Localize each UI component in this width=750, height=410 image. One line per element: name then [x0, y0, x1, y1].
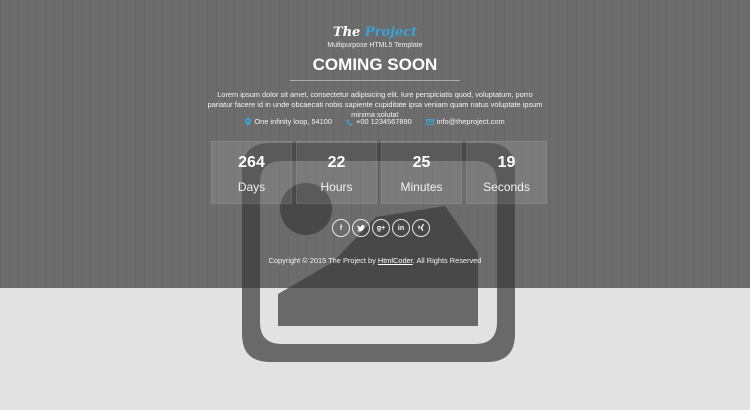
address-text: One infinity loop, 54100: [254, 117, 333, 126]
logo[interactable]: The Project: [0, 25, 750, 41]
social-links: f g+ in: [332, 219, 430, 237]
contact-phone[interactable]: +00 1234567890: [346, 117, 412, 127]
countdown-hours: 22 Hours: [296, 141, 377, 204]
contact-info: One infinity loop, 54100 +00 1234567890 …: [0, 117, 750, 127]
logo-part-the: The: [332, 25, 361, 40]
twitter-icon: [357, 224, 365, 231]
copyright-prefix: Copyright © 2015 The Project by: [268, 256, 378, 265]
phone-icon: [346, 118, 353, 126]
xing-button[interactable]: [412, 219, 430, 237]
map-marker-icon: [245, 118, 252, 126]
linkedin-button[interactable]: in: [392, 219, 410, 237]
countdown: 264 Days 22 Hours 25 Minutes 19 Seconds: [211, 141, 547, 204]
twitter-button[interactable]: [352, 219, 370, 237]
page-title: COMING SOON: [312, 55, 438, 74]
facebook-icon: f: [339, 224, 343, 232]
countdown-value: 22: [327, 154, 346, 171]
facebook-button[interactable]: f: [332, 219, 350, 237]
tagline: Multipurpose HTML5 Template: [327, 42, 423, 49]
divider: [290, 80, 460, 81]
googleplus-button[interactable]: g+: [372, 219, 390, 237]
linkedin-icon: in: [397, 224, 405, 232]
htmlcoder-link[interactable]: HtmlCoder: [378, 256, 413, 265]
countdown-minutes: 25 Minutes: [381, 141, 462, 204]
countdown-label: Seconds: [483, 180, 530, 194]
xing-icon: [417, 224, 425, 231]
envelope-icon: [425, 119, 434, 125]
countdown-seconds: 19 Seconds: [466, 141, 547, 204]
logo-part-project: Project: [364, 25, 418, 40]
googleplus-icon: g+: [376, 224, 386, 232]
countdown-value: 264: [238, 154, 265, 171]
coming-soon-content: The Project Multipurpose HTML5 Template …: [0, 0, 750, 288]
countdown-label: Minutes: [400, 180, 443, 194]
countdown-value: 25: [412, 154, 431, 171]
email-text: info@theproject.com: [436, 117, 505, 126]
phone-text: +00 1234567890: [356, 117, 412, 126]
copyright: Copyright © 2015 The Project by HtmlCode…: [0, 256, 750, 266]
contact-email[interactable]: info@theproject.com: [425, 117, 505, 127]
countdown-label: Hours: [320, 180, 353, 194]
copyright-suffix: . All Rights Reserved: [412, 256, 482, 265]
countdown-label: Days: [237, 180, 266, 194]
countdown-days: 264 Days: [211, 141, 292, 204]
countdown-value: 19: [497, 154, 516, 171]
contact-address: One infinity loop, 54100: [245, 117, 332, 127]
description: Lorem ipsum dolor sit amet, consectetur …: [207, 90, 543, 119]
